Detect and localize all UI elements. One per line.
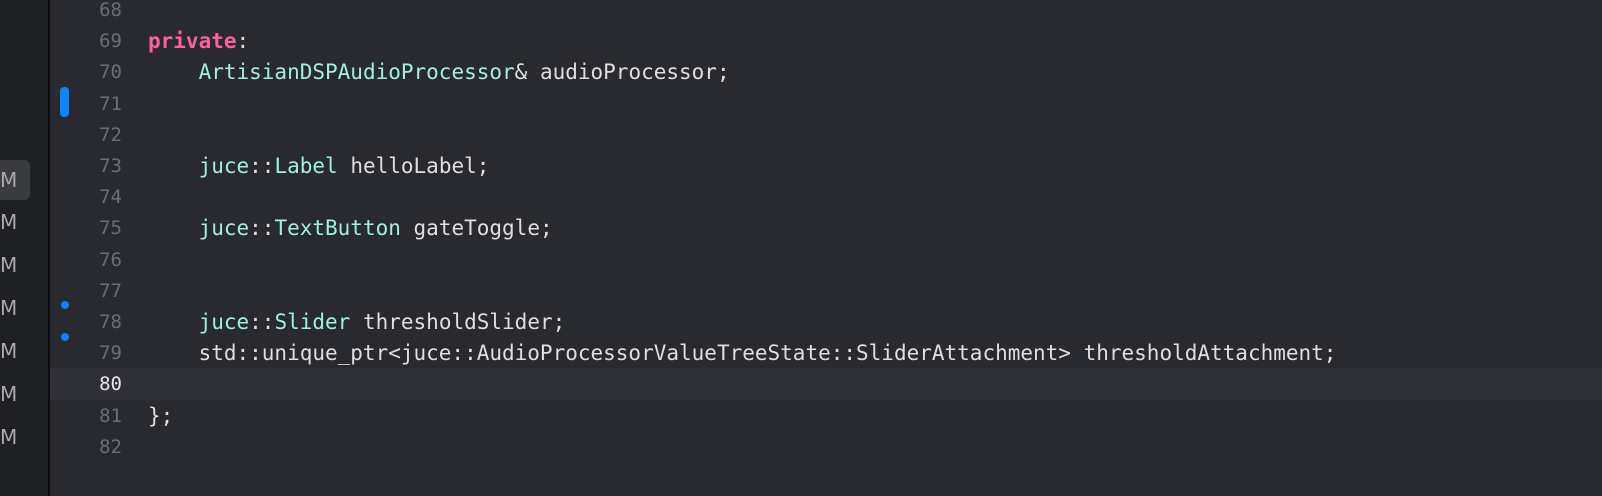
plain-token: :: <box>249 216 275 241</box>
plain-token: :: <box>249 310 275 334</box>
code-text[interactable]: std::unique_ptr<juce::AudioProcessorValu… <box>148 337 1337 369</box>
code-line[interactable]: 74 <box>50 181 1602 213</box>
line-number[interactable]: 74 <box>50 181 122 213</box>
code-text[interactable]: ArtisianDSPAudioProcessor& audioProcesso… <box>148 56 730 88</box>
code-line[interactable]: 77 <box>50 275 1602 307</box>
status-modified-badge[interactable]: M <box>0 202 30 242</box>
xcode-editor-window: M M M M M M M 82 81}; 80 79 std::unique_ptr… <box>0 0 1602 496</box>
status-modified-badge[interactable]: M <box>0 245 30 285</box>
plain-token: & audioProcessor; <box>514 60 730 85</box>
plain-token: std::unique_ptr<juce::AudioProcessorValu… <box>148 341 1337 366</box>
line-number[interactable]: 76 <box>50 244 122 276</box>
plain-token: }; <box>148 403 174 428</box>
code-line[interactable]: 70 ArtisianDSPAudioProcessor& audioProce… <box>50 56 1602 88</box>
code-text[interactable]: juce::Slider thresholdSlider; <box>148 306 566 338</box>
plain-token: gateToggle; <box>400 216 553 241</box>
line-number[interactable]: 75 <box>50 212 122 244</box>
line-number[interactable]: 69 <box>50 25 122 57</box>
line-number[interactable]: 78 <box>50 306 122 338</box>
change-marker-dot[interactable] <box>61 301 69 309</box>
code-text[interactable]: private: <box>148 25 249 57</box>
code-line[interactable]: 78 juce::Slider thresholdSlider; <box>50 306 1602 338</box>
code-line[interactable]: 68 <box>50 0 1602 26</box>
code-text[interactable]: juce::Label helloLabel; <box>148 150 490 182</box>
type-token: ArtisianDSPAudioProcessor <box>198 60 515 85</box>
plain-token: :: <box>249 154 275 178</box>
line-number[interactable]: 68 <box>50 0 122 26</box>
type-token: juce <box>198 310 250 334</box>
line-number[interactable]: 72 <box>50 119 122 151</box>
line-number[interactable]: 80 <box>50 368 122 400</box>
code-line[interactable]: 71 <box>50 88 1602 120</box>
type-token: Label <box>274 154 338 178</box>
status-modified-badge[interactable]: M <box>0 288 30 328</box>
change-marker-bar[interactable] <box>60 87 69 117</box>
code-line[interactable]: 82 <box>50 431 1602 463</box>
status-modified-badge[interactable]: M <box>0 374 30 414</box>
code-line[interactable]: 75 juce::TextButton gateToggle; <box>50 212 1602 244</box>
change-marker-dot[interactable] <box>61 333 69 341</box>
status-modified-badge[interactable]: M <box>0 331 30 371</box>
code-line[interactable]: 81}; <box>50 400 1602 432</box>
code-line[interactable]: 80 <box>50 368 1602 401</box>
source-control-sidebar: M M M M M M M <box>0 0 50 496</box>
status-modified-badge[interactable]: M <box>0 160 30 200</box>
code-line[interactable]: 72 <box>50 119 1602 151</box>
code-text[interactable]: juce::TextButton gateToggle; <box>148 212 553 244</box>
line-number[interactable]: 82 <box>50 431 122 463</box>
status-modified-badge[interactable]: M <box>0 417 30 457</box>
type-token: juce <box>198 216 250 241</box>
code-line[interactable]: 79 std::unique_ptr<juce::AudioProcessorV… <box>50 337 1602 369</box>
type-token: juce <box>198 154 250 178</box>
line-number[interactable]: 79 <box>50 337 122 369</box>
code-editor[interactable]: 82 81}; 80 79 std::unique_ptr<juce::AudioPr… <box>50 0 1602 496</box>
code-line[interactable]: 76 <box>50 244 1602 276</box>
line-number[interactable]: 70 <box>50 56 122 88</box>
type-token: Slider <box>274 310 351 334</box>
plain-token: thresholdSlider; <box>350 310 566 334</box>
code-line[interactable]: 73 juce::Label helloLabel; <box>50 150 1602 182</box>
code-line[interactable]: 69 private: <box>50 25 1602 57</box>
line-number[interactable]: 73 <box>50 150 122 182</box>
code-text[interactable]: }; <box>148 400 173 432</box>
plain-token: helloLabel; <box>337 154 490 178</box>
plain-token: : <box>236 29 250 54</box>
keyword-token: private <box>148 29 237 54</box>
line-number[interactable]: 81 <box>50 400 122 432</box>
type-token: TextButton <box>274 216 401 241</box>
